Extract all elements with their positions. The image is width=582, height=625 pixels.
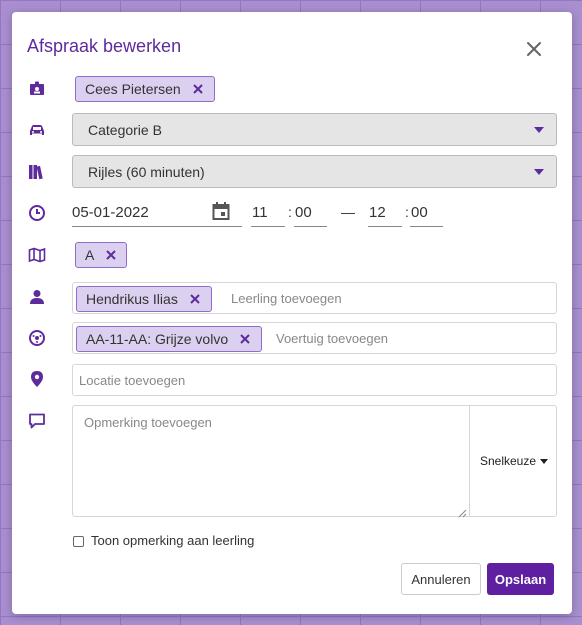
map-marker-icon [28, 370, 46, 388]
time-range-dash: — [341, 204, 355, 220]
dialog-title: Afspraak bewerken [27, 36, 182, 56]
caret-down-icon [540, 458, 549, 464]
cancel-button[interactable]: Annuleren [401, 563, 481, 595]
chevron-down-icon [534, 169, 544, 175]
student-placeholder[interactable]: Leerling toevoegen [231, 291, 342, 306]
end-hour-value: 12 [369, 204, 386, 221]
steering-wheel-icon [28, 329, 46, 347]
start-hour-value: 11 [252, 204, 268, 221]
category-select[interactable]: Categorie B [72, 113, 557, 146]
id-badge-icon [28, 80, 46, 98]
edit-appointment-dialog: Afspraak bewerken Cees Pietersen Categor… [12, 12, 572, 614]
show-remark-label[interactable]: Toon opmerking aan leerling [91, 533, 254, 548]
map-icon [28, 246, 46, 264]
end-minute-input[interactable]: 00 [410, 201, 443, 227]
remove-route-icon[interactable] [104, 248, 118, 262]
clock-icon [28, 204, 46, 222]
remove-vehicle-icon[interactable] [238, 332, 252, 346]
remark-textarea[interactable]: Opmerking toevoegen [73, 406, 469, 518]
remove-student-icon[interactable] [188, 292, 202, 306]
instructor-chip: Cees Pietersen [75, 76, 215, 102]
instructor-chip-label: Cees Pietersen [85, 81, 181, 97]
end-hour-input[interactable]: 12 [368, 201, 402, 227]
vehicle-chip-label: AA-11-AA: Grijze volvo [86, 331, 229, 347]
time-colon: : [405, 204, 409, 220]
close-icon[interactable] [524, 39, 544, 59]
remark-placeholder: Opmerking toevoegen [84, 415, 212, 430]
date-input[interactable]: 05-01-2022 [72, 201, 242, 227]
time-colon: : [288, 204, 292, 220]
student-chip-label: Hendrikus Ilias [86, 291, 178, 307]
remark-group: Opmerking toevoegen Snelkeuze [72, 405, 558, 518]
lesson-type-select[interactable]: Rijles (60 minuten) [72, 155, 557, 188]
quick-select-label: Snelkeuze [479, 454, 537, 468]
route-chip-label: A [85, 247, 95, 263]
car-icon [28, 121, 46, 139]
student-chip: Hendrikus Ilias [76, 286, 212, 312]
date-value: 05-01-2022 [72, 204, 149, 221]
comment-icon [28, 412, 46, 430]
start-minute-value: 00 [295, 204, 312, 221]
route-chip: A [75, 242, 128, 268]
books-icon [28, 163, 46, 181]
location-placeholder: Locatie toevoegen [79, 373, 186, 388]
vehicle-chip: AA-11-AA: Grijze volvo [76, 326, 263, 352]
student-field[interactable]: Hendrikus Ilias Leerling toevoegen [72, 282, 557, 314]
lesson-type-value: Rijles (60 minuten) [88, 163, 205, 180]
vehicle-placeholder[interactable]: Voertuig toevoegen [276, 331, 388, 346]
show-remark-checkbox[interactable] [73, 536, 84, 547]
save-button[interactable]: Opslaan [487, 563, 554, 595]
calendar-icon[interactable] [212, 201, 230, 221]
category-value: Categorie B [88, 121, 162, 138]
chevron-down-icon [534, 127, 544, 133]
end-minute-value: 00 [411, 204, 428, 221]
start-minute-input[interactable]: 00 [294, 201, 327, 227]
quick-select-dropdown[interactable]: Snelkeuze [469, 406, 558, 516]
remove-instructor-icon[interactable] [191, 82, 205, 96]
resize-handle-icon[interactable] [458, 505, 467, 518]
location-input[interactable]: Locatie toevoegen [72, 364, 557, 396]
vehicle-field[interactable]: AA-11-AA: Grijze volvo Voertuig toevoege… [72, 322, 557, 354]
user-icon [28, 288, 46, 306]
start-hour-input[interactable]: 11 [251, 201, 285, 227]
